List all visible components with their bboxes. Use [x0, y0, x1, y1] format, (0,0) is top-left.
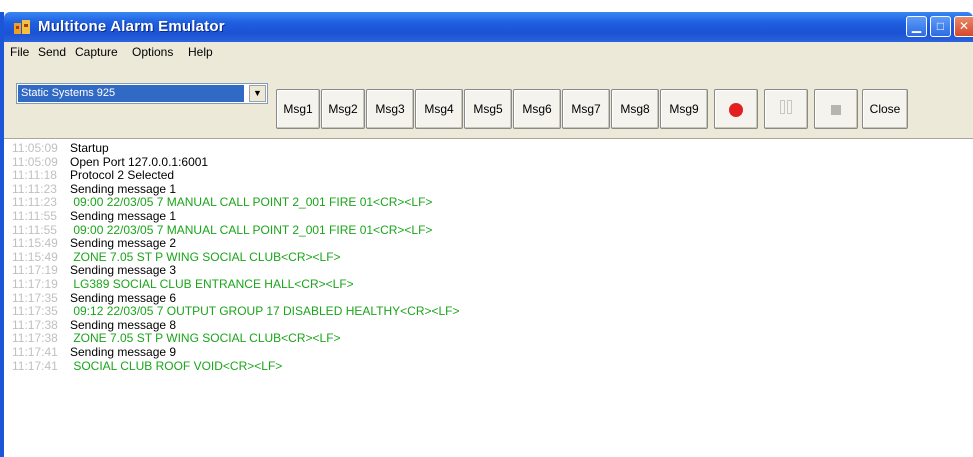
app-icon	[14, 20, 30, 34]
menu-capture[interactable]: Capture	[75, 45, 118, 59]
pause-button[interactable]	[764, 89, 808, 129]
log-entry: 11:17:41 Sending message 9	[12, 344, 967, 360]
log-message: LG389 SOCIAL CLUB ENTRANCE HALL<CR><LF>	[70, 276, 354, 291]
log-timestamp: 11:05:09	[12, 154, 58, 169]
maximize-icon: □	[936, 19, 945, 33]
message-log: 11:05:09 Startup 11:05:09 Open Port 127.0.0…	[12, 141, 967, 452]
toolbar: Static Systems 925 ▼ Msg1 Msg2 Msg3 Msg4…	[4, 62, 973, 139]
minimize-button[interactable]: ▁	[906, 16, 927, 37]
close-window-button[interactable]: ✕	[954, 16, 973, 37]
log-timestamp: 11:11:18	[12, 168, 57, 183]
minimize-icon: ▁	[911, 19, 922, 33]
msg7-button[interactable]: Msg7	[562, 89, 610, 129]
log-message: 09:00 22/03/05 7 MANUAL CALL POINT 2_001…	[70, 222, 433, 237]
window-title: Multitone Alarm Emulator	[38, 18, 225, 35]
menu-options[interactable]: Options	[132, 45, 173, 59]
log-message: ZONE 7.05 ST P WING SOCIAL CLUB<CR><LF>	[70, 331, 341, 346]
menu-file[interactable]: File	[10, 45, 29, 59]
log-timestamp: 11:17:41	[12, 358, 58, 373]
log-entry: 11:05:09 Open Port 127.0.0.1:6001	[12, 154, 967, 170]
record-button[interactable]	[714, 89, 758, 129]
log-message: 09:00 22/03/05 7 MANUAL CALL POINT 2_001…	[70, 195, 433, 210]
pause-icon	[779, 91, 793, 129]
menu-send[interactable]: Send	[38, 45, 66, 59]
log-entry: 11:17:41 SOCIAL CLUB ROOF VOID<CR><LF>	[12, 358, 967, 374]
log-entry: 11:17:38 ZONE 7.05 ST P WING SOCIAL CLUB…	[12, 332, 967, 346]
log-entry: 11:15:49 Sending message 2	[12, 236, 967, 251]
menu-bar: File Send Capture Options Help	[4, 42, 973, 62]
log-message: Sending message 3	[70, 263, 177, 278]
log-timestamp: 11:05:09	[12, 141, 58, 155]
log-timestamp: 11:17:38	[12, 317, 58, 332]
log-timestamp: 11:17:38	[12, 331, 58, 346]
record-icon	[729, 102, 743, 117]
msg1-button[interactable]: Msg1	[276, 89, 320, 129]
log-message: 09:12 22/03/05 7 OUTPUT GROUP 17 DISABLE…	[70, 304, 460, 319]
msg3-button[interactable]: Msg3	[366, 89, 414, 129]
log-message: Sending message 9	[70, 344, 177, 359]
log-timestamp: 11:17:41	[12, 344, 58, 359]
menu-help[interactable]: Help	[188, 45, 213, 59]
maximize-button[interactable]: □	[930, 16, 951, 37]
log-entry: 11:11:23 09:00 22/03/05 7 MANUAL CALL PO…	[12, 196, 967, 210]
msg2-button[interactable]: Msg2	[321, 89, 365, 129]
log-timestamp: 11:17:35	[12, 290, 58, 305]
log-entry: 11:17:19 Sending message 3	[12, 264, 967, 278]
log-entry: 11:17:19 LG389 SOCIAL CLUB ENTRANCE HALL…	[12, 276, 967, 292]
log-message: Sending message 8	[70, 317, 177, 332]
log-timestamp: 11:11:55	[12, 222, 57, 237]
log-timestamp: 11:11:23	[12, 181, 57, 196]
log-message: Sending message 1	[70, 181, 177, 196]
log-entry: 11:17:35 Sending message 6	[12, 290, 967, 306]
msg9-button[interactable]: Msg9	[660, 89, 708, 129]
log-entry: 11:11:18 Protocol 2 Selected	[12, 168, 967, 183]
log-entry: 11:05:09 Startup	[12, 141, 967, 156]
stop-button[interactable]	[814, 89, 858, 129]
log-timestamp: 11:17:19	[12, 263, 58, 278]
log-timestamp: 11:15:49	[12, 249, 58, 264]
chevron-down-icon[interactable]: ▼	[249, 85, 266, 102]
msg6-button[interactable]: Msg6	[513, 89, 561, 129]
log-message: Sending message 6	[70, 290, 177, 305]
log-message: Open Port 127.0.0.1:6001	[70, 154, 209, 169]
msg5-button[interactable]: Msg5	[464, 89, 512, 129]
system-select[interactable]: Static Systems 925 ▼	[16, 83, 268, 104]
log-message: SOCIAL CLUB ROOF VOID<CR><LF>	[70, 358, 283, 373]
close-icon: ✕	[958, 19, 970, 33]
log-message: Protocol 2 Selected	[70, 168, 175, 183]
log-timestamp: 11:17:35	[12, 304, 58, 319]
log-message: Startup	[70, 141, 109, 155]
log-entry: 11:11:23 Sending message 1	[12, 181, 967, 197]
msg8-button[interactable]: Msg8	[611, 89, 659, 129]
log-timestamp: 11:11:55	[12, 208, 57, 223]
close-button[interactable]: Close	[862, 89, 908, 129]
log-entry: 11:11:55 Sending message 1	[12, 208, 967, 224]
app-window: Multitone Alarm Emulator ▁ □ ✕ File Send…	[0, 12, 973, 457]
log-timestamp: 11:15:49	[12, 236, 58, 251]
log-message: Sending message 2	[70, 236, 177, 251]
stop-icon	[831, 104, 841, 115]
log-timestamp: 11:17:19	[12, 276, 58, 291]
log-entry: 11:11:55 09:00 22/03/05 7 MANUAL CALL PO…	[12, 222, 967, 238]
system-select-value: Static Systems 925	[18, 85, 244, 102]
title-bar[interactable]: Multitone Alarm Emulator ▁ □ ✕	[4, 12, 973, 42]
log-entry: 11:15:49 ZONE 7.05 ST P WING SOCIAL CLUB…	[12, 249, 967, 265]
log-message: Sending message 1	[70, 208, 177, 223]
log-entry: 11:17:38 Sending message 8	[12, 317, 967, 333]
log-entry: 11:17:35 09:12 22/03/05 7 OUTPUT GROUP 1…	[12, 304, 967, 319]
msg4-button[interactable]: Msg4	[415, 89, 463, 129]
log-timestamp: 11:11:23	[12, 195, 57, 210]
log-message: ZONE 7.05 ST P WING SOCIAL CLUB<CR><LF>	[70, 249, 341, 264]
